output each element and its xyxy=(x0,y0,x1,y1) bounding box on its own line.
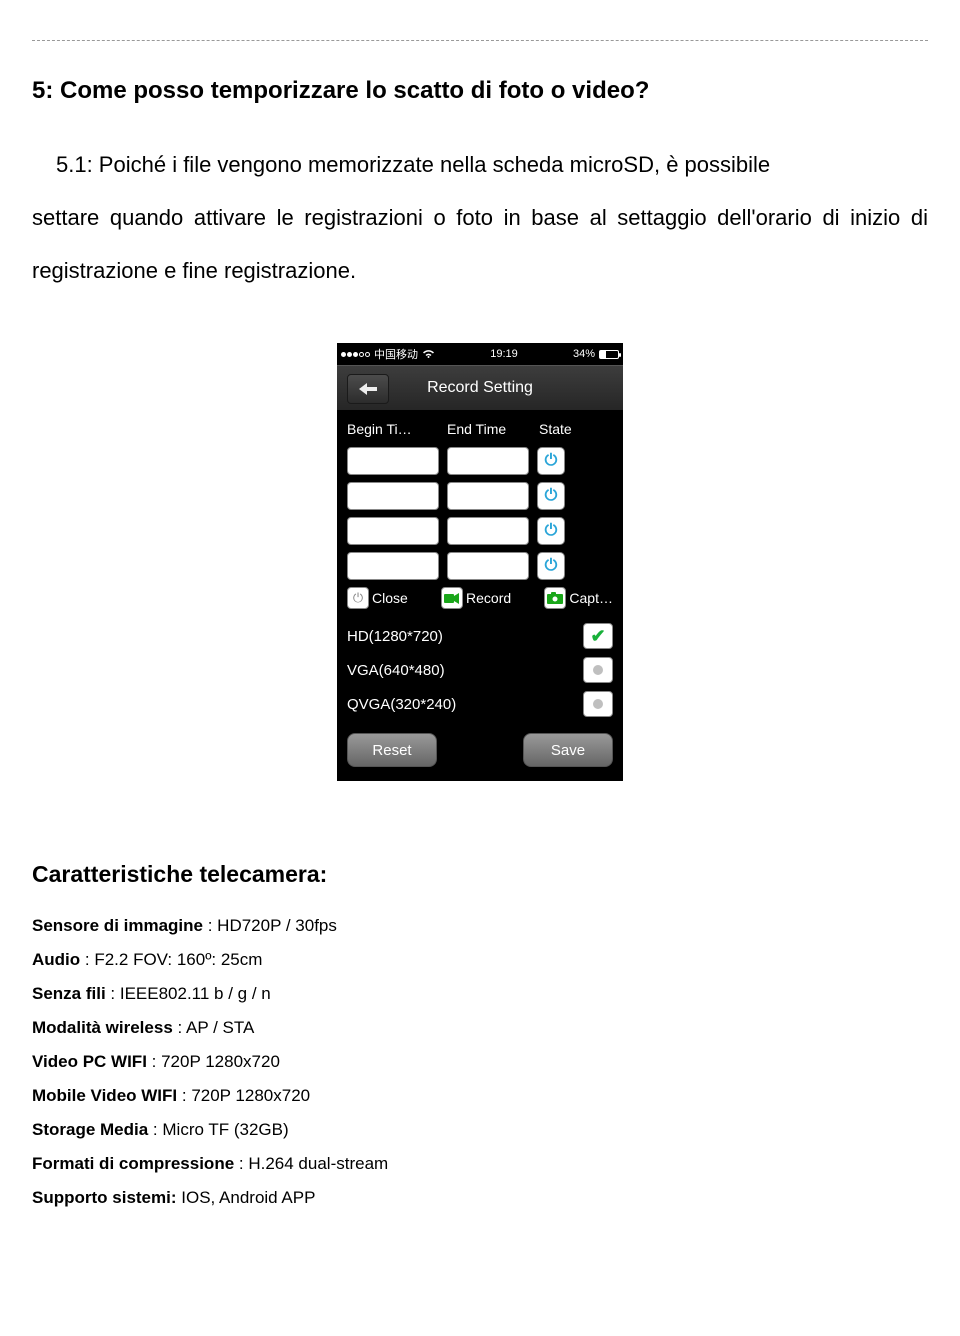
schedule-row: ⏻ xyxy=(347,482,613,510)
option-vga-label: VGA(640*480) xyxy=(347,662,445,679)
begin-time-input[interactable] xyxy=(347,552,439,580)
radio-icon xyxy=(593,665,603,675)
legend-capture: Capt… xyxy=(544,587,613,609)
power-icon: ⏻ xyxy=(545,557,558,575)
end-time-input[interactable] xyxy=(447,482,529,510)
spec-wifi: Senza fili : IEEE802.11 b / g / n xyxy=(32,984,928,1004)
option-qvga-label: QVGA(320*240) xyxy=(347,696,456,713)
spec-video-mobile: Mobile Video WIFI : 720P 1280x720 xyxy=(32,1086,928,1106)
nav-title: Record Setting xyxy=(427,379,533,397)
option-hd[interactable]: HD(1280*720) ✔ xyxy=(347,623,613,649)
begin-time-input[interactable] xyxy=(347,517,439,545)
check-icon: ✔ xyxy=(590,626,605,647)
legend: ⏻ Close Record Capt… xyxy=(347,587,613,609)
option-qvga[interactable]: QVGA(320*240) xyxy=(347,691,613,717)
record-icon xyxy=(441,587,463,609)
table-header: Begin Ti… End Time State xyxy=(347,421,613,437)
power-icon: ⏻ xyxy=(545,452,558,470)
header-end: End Time xyxy=(447,421,539,437)
carrier-label: 中国移动 xyxy=(374,346,418,362)
legend-record: Record xyxy=(441,587,511,609)
divider xyxy=(32,40,928,41)
camera-icon xyxy=(544,587,566,609)
legend-close-label: Close xyxy=(372,590,408,606)
battery-percent: 34% xyxy=(573,348,595,360)
spec-audio: Audio : F2.2 FOV: 160º: 25cm xyxy=(32,950,928,970)
spec-wireless-mode: Modalità wireless : AP / STA xyxy=(32,1018,928,1038)
header-state: State xyxy=(539,421,613,437)
phone-screenshot: 中国移动 19:19 34% Record Setting xyxy=(337,343,623,781)
signal-icon xyxy=(341,352,370,357)
spec-video-pc: Video PC WIFI : 720P 1280x720 xyxy=(32,1052,928,1072)
power-icon: ⏻ xyxy=(545,487,558,505)
spec-sensor: Sensore di immagine : HD720P / 30fps xyxy=(32,916,928,936)
schedule-row: ⏻ xyxy=(347,552,613,580)
back-button[interactable] xyxy=(347,374,389,404)
question-heading: 5: Come posso temporizzare lo scatto di … xyxy=(32,77,928,105)
option-hd-label: HD(1280*720) xyxy=(347,628,443,645)
state-toggle[interactable]: ⏻ xyxy=(537,552,565,580)
reset-button[interactable]: Reset xyxy=(347,733,437,767)
state-toggle[interactable]: ⏻ xyxy=(537,517,565,545)
option-vga[interactable]: VGA(640*480) xyxy=(347,657,613,683)
spec-storage: Storage Media : Micro TF (32GB) xyxy=(32,1120,928,1140)
state-toggle[interactable]: ⏻ xyxy=(537,447,565,475)
answer-text: 5.1: Poiché i file vengono memorizzate n… xyxy=(32,139,928,297)
legend-close: ⏻ Close xyxy=(347,587,408,609)
power-icon: ⏻ xyxy=(347,587,369,609)
back-arrow-icon xyxy=(357,382,379,396)
power-icon: ⏻ xyxy=(545,522,558,540)
begin-time-input[interactable] xyxy=(347,482,439,510)
end-time-input[interactable] xyxy=(447,517,529,545)
state-toggle[interactable]: ⏻ xyxy=(537,482,565,510)
nav-bar: Record Setting xyxy=(337,365,623,411)
wifi-icon xyxy=(422,349,435,359)
end-time-input[interactable] xyxy=(447,552,529,580)
spec-os: Supporto sistemi: IOS, Android APP xyxy=(32,1188,928,1208)
status-bar: 中国移动 19:19 34% xyxy=(337,343,623,365)
header-begin: Begin Ti… xyxy=(347,421,447,437)
schedule-row: ⏻ xyxy=(347,447,613,475)
battery-icon xyxy=(599,350,619,359)
legend-record-label: Record xyxy=(466,590,511,606)
save-button[interactable]: Save xyxy=(523,733,613,767)
specs-heading: Caratteristiche telecamera: xyxy=(32,861,928,888)
legend-capture-label: Capt… xyxy=(569,590,613,606)
spec-compression: Formati di compressione : H.264 dual-str… xyxy=(32,1154,928,1174)
begin-time-input[interactable] xyxy=(347,447,439,475)
statusbar-time: 19:19 xyxy=(439,348,569,360)
radio-icon xyxy=(593,699,603,709)
schedule-row: ⏻ xyxy=(347,517,613,545)
end-time-input[interactable] xyxy=(447,447,529,475)
